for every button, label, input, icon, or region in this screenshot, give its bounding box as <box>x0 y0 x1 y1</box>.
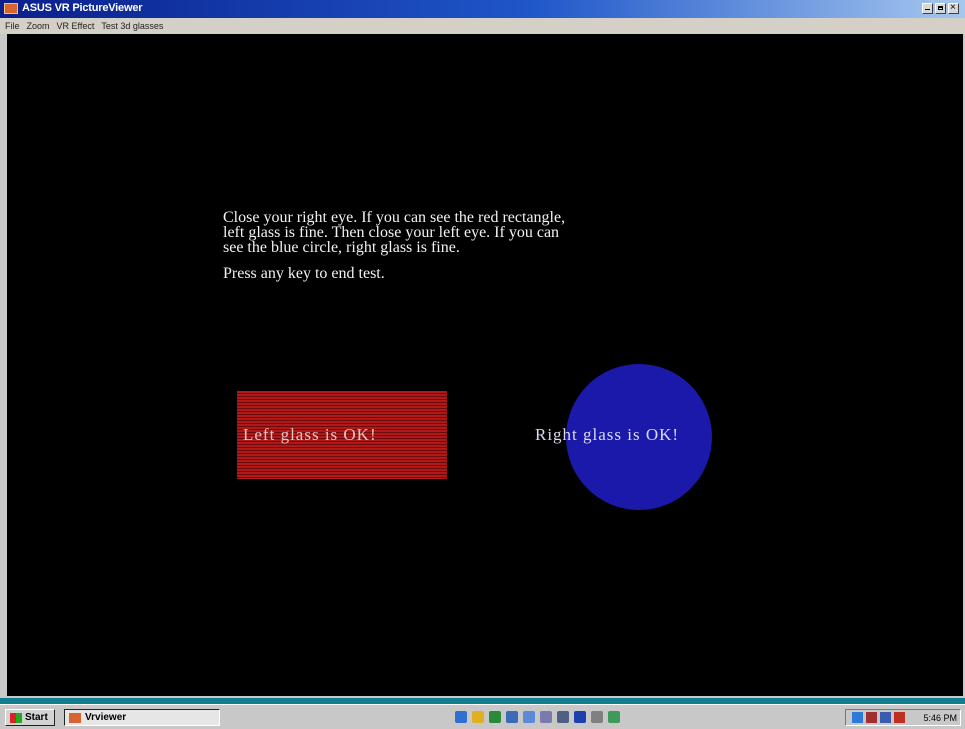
right-glass-label: Right glass is OK! <box>535 425 680 444</box>
desktop-icon[interactable] <box>506 711 518 723</box>
maximize-icon[interactable] <box>935 3 946 14</box>
menu-bar: File Zoom VR Effect Test 3d glasses <box>0 18 965 34</box>
window-icon[interactable] <box>523 711 535 723</box>
window-title: ASUS VR PictureViewer <box>22 2 143 14</box>
menu-zoom[interactable]: Zoom <box>27 21 50 31</box>
system-tray: 5:46 PM <box>845 709 961 726</box>
start-label: Start <box>25 712 48 723</box>
printer-icon[interactable] <box>557 711 569 723</box>
close-icon[interactable]: × <box>948 2 959 14</box>
tray-display-icon[interactable] <box>894 712 905 723</box>
media-icon[interactable] <box>489 711 501 723</box>
vrviewer-icon <box>69 712 81 723</box>
network-icon[interactable] <box>540 711 552 723</box>
clock[interactable]: 5:46 PM <box>923 713 957 723</box>
app-window: ASUS VR PictureViewer × File Zoom VR Eff… <box>0 0 965 698</box>
taskbar: Start Vrviewer 5:46 PM <box>0 704 965 729</box>
tray-speaker-icon[interactable] <box>880 712 891 723</box>
title-bar[interactable]: ASUS VR PictureViewer × <box>0 0 965 18</box>
menu-vr-effect[interactable]: VR Effect <box>57 21 95 31</box>
outlook-icon[interactable] <box>472 711 484 723</box>
windows-logo-icon <box>10 712 22 723</box>
app-icon-blue[interactable] <box>574 711 586 723</box>
quick-launch <box>455 711 620 723</box>
task-button-vrviewer[interactable]: Vrviewer <box>64 709 220 726</box>
task-label: Vrviewer <box>85 712 127 723</box>
app-icon-green[interactable] <box>608 711 620 723</box>
tray-arrow-icon[interactable] <box>852 712 863 723</box>
instructions-block: Close your right eye. If you can see the… <box>223 209 763 282</box>
app-icon-gray[interactable] <box>591 711 603 723</box>
viewer-canvas[interactable]: Close your right eye. If you can see the… <box>7 34 963 696</box>
start-button[interactable]: Start <box>5 709 55 726</box>
ie-icon[interactable] <box>455 711 467 723</box>
tray-network-icon[interactable] <box>866 712 877 723</box>
left-glass-label: Left glass is OK! <box>243 425 377 444</box>
press-key-text: Press any key to end test. <box>223 265 385 282</box>
window-controls: × <box>922 2 959 14</box>
instructions-text: Close your right eye. If you can see the… <box>223 209 566 256</box>
app-icon[interactable] <box>4 3 18 14</box>
menu-file[interactable]: File <box>5 21 20 31</box>
minimize-icon[interactable] <box>922 3 933 14</box>
menu-test-3d-glasses[interactable]: Test 3d glasses <box>101 21 163 31</box>
